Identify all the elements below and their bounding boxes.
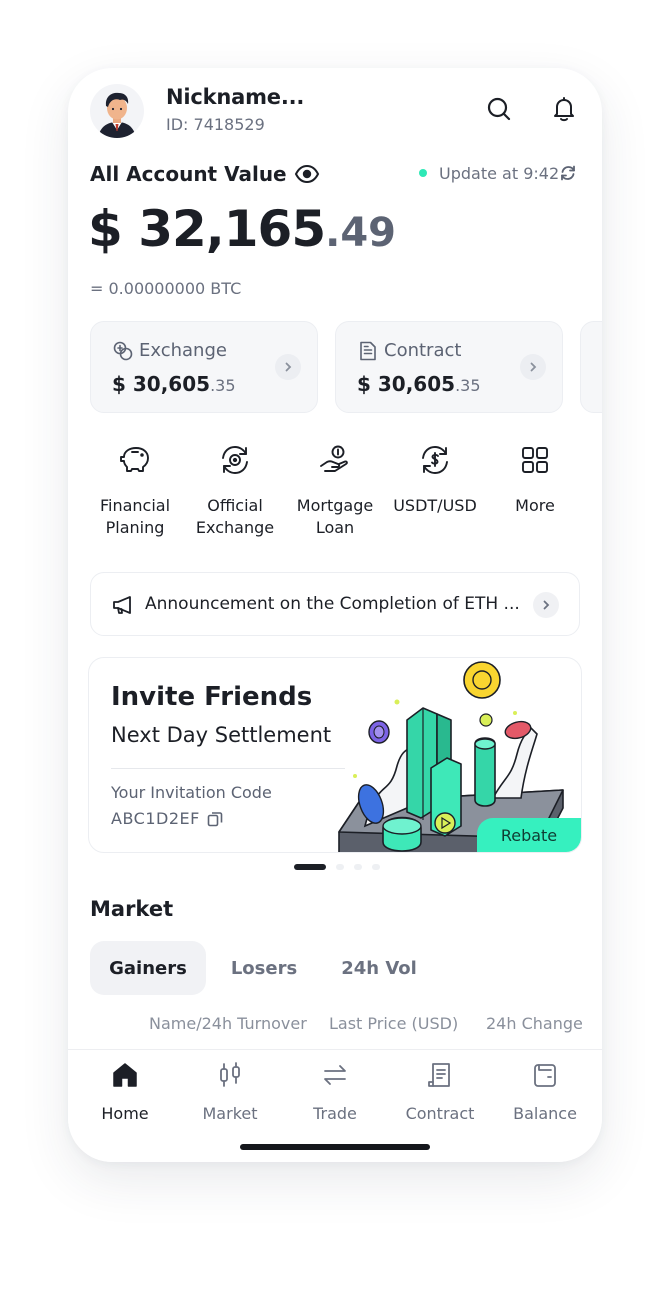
nav-contract[interactable]: Contract bbox=[387, 1060, 493, 1123]
column-header-price[interactable]: Last Price (USD) bbox=[329, 1014, 458, 1033]
quick-action-label: More bbox=[515, 496, 555, 515]
refresh-icon[interactable] bbox=[559, 164, 577, 182]
document-icon bbox=[357, 340, 379, 362]
bell-icon[interactable] bbox=[547, 92, 581, 126]
contract-card[interactable]: Contract $ 30,605.35 bbox=[335, 321, 563, 413]
grid-icon bbox=[515, 440, 555, 480]
column-header-change[interactable]: 24h Change bbox=[486, 1014, 583, 1033]
exchange-coins-icon bbox=[112, 340, 134, 362]
dollar-cycle-icon bbox=[415, 440, 455, 480]
nav-home[interactable]: Home bbox=[72, 1060, 178, 1123]
document-icon bbox=[425, 1060, 455, 1090]
account-value-title: All Account Value bbox=[90, 162, 287, 186]
quick-action-financial-planing[interactable]: Financial Planing bbox=[85, 440, 185, 539]
home-indicator[interactable] bbox=[240, 1144, 430, 1150]
chevron-right-icon bbox=[533, 592, 559, 618]
wallet-icon bbox=[530, 1060, 560, 1090]
nickname: Nickname... bbox=[166, 85, 305, 109]
live-status-dot bbox=[419, 169, 427, 177]
contract-card-value: $ 30,605.35 bbox=[357, 372, 481, 396]
quick-action-label: Official Exchange bbox=[195, 496, 275, 537]
phone-frame: Nickname... ID: 7418529 All Account Valu… bbox=[68, 68, 602, 1162]
eye-icon[interactable] bbox=[294, 162, 320, 186]
chevron-right-icon bbox=[520, 354, 546, 380]
column-header-name[interactable]: Name/24h Turnover bbox=[149, 1014, 307, 1033]
total-value-main: $ 32,165 bbox=[88, 200, 326, 258]
tab-losers[interactable]: Losers bbox=[216, 941, 312, 995]
total-value-decimal: .49 bbox=[325, 210, 397, 256]
avatar[interactable] bbox=[90, 84, 144, 138]
nav-balance[interactable]: Balance bbox=[492, 1060, 598, 1123]
quick-action-more[interactable]: More bbox=[485, 440, 585, 517]
carousel-dot[interactable] bbox=[354, 864, 362, 870]
tab-gainers[interactable]: Gainers bbox=[90, 941, 206, 995]
megaphone-icon bbox=[111, 593, 135, 617]
quick-action-label: USDT/USD bbox=[393, 496, 477, 515]
contract-card-label: Contract bbox=[384, 340, 462, 361]
nav-market[interactable]: Market bbox=[177, 1060, 283, 1123]
swap-arrows-icon bbox=[320, 1060, 350, 1090]
rebate-badge: Rebate bbox=[477, 818, 581, 852]
invite-banner[interactable]: Invite Friends Next Day Settlement Your … bbox=[88, 657, 582, 853]
hand-coin-icon bbox=[315, 440, 355, 480]
nav-label: Trade bbox=[313, 1104, 357, 1123]
nav-label: Home bbox=[101, 1104, 149, 1123]
banner-subtitle: Next Day Settlement bbox=[111, 723, 332, 747]
exchange-card-label: Exchange bbox=[139, 340, 227, 361]
quick-action-official-exchange[interactable]: Official Exchange bbox=[185, 440, 285, 539]
carousel-indicator bbox=[294, 864, 380, 870]
copy-icon[interactable] bbox=[206, 810, 224, 828]
invitation-code-label: Your Invitation Code bbox=[111, 783, 272, 802]
nav-label: Contract bbox=[405, 1104, 475, 1123]
invitation-code: ABC1D2EF bbox=[111, 809, 200, 828]
btc-value: = 0.00000000 BTC bbox=[90, 279, 242, 298]
total-value: $ 32,165.49 bbox=[88, 200, 396, 258]
nav-trade[interactable]: Trade bbox=[282, 1060, 388, 1123]
exchange-card[interactable]: Exchange $ 30,605.35 bbox=[90, 321, 318, 413]
nav-label: Market bbox=[202, 1104, 258, 1123]
update-time: Update at 9:42 bbox=[439, 164, 560, 183]
user-id: ID: 7418529 bbox=[166, 115, 265, 134]
announcement-bar[interactable]: Announcement on the Completion of ETH ..… bbox=[90, 572, 580, 636]
quick-action-label: Financial Planing bbox=[99, 496, 171, 537]
quick-action-label: Mortgage Loan bbox=[296, 496, 374, 537]
exchange-card-value: $ 30,605.35 bbox=[112, 372, 236, 396]
quick-action-usdt-usd[interactable]: USDT/USD bbox=[385, 440, 485, 517]
announcement-text: Announcement on the Completion of ETH ..… bbox=[145, 594, 520, 614]
tab-24h-vol[interactable]: 24h Vol bbox=[326, 941, 432, 995]
carousel-dot[interactable] bbox=[372, 864, 380, 870]
carousel-dot[interactable] bbox=[336, 864, 344, 870]
home-icon bbox=[110, 1060, 140, 1090]
banner-title: Invite Friends bbox=[111, 682, 313, 712]
exchange-cycle-icon bbox=[215, 440, 255, 480]
partial-card[interactable] bbox=[580, 321, 602, 413]
nav-label: Balance bbox=[513, 1104, 577, 1123]
divider bbox=[111, 768, 345, 769]
chevron-right-icon bbox=[275, 354, 301, 380]
carousel-dot[interactable] bbox=[294, 864, 326, 870]
market-title: Market bbox=[90, 897, 174, 921]
search-icon[interactable] bbox=[482, 92, 516, 126]
piggy-bank-icon bbox=[115, 440, 155, 480]
candlestick-icon bbox=[215, 1060, 245, 1090]
quick-action-mortgage-loan[interactable]: Mortgage Loan bbox=[285, 440, 385, 539]
